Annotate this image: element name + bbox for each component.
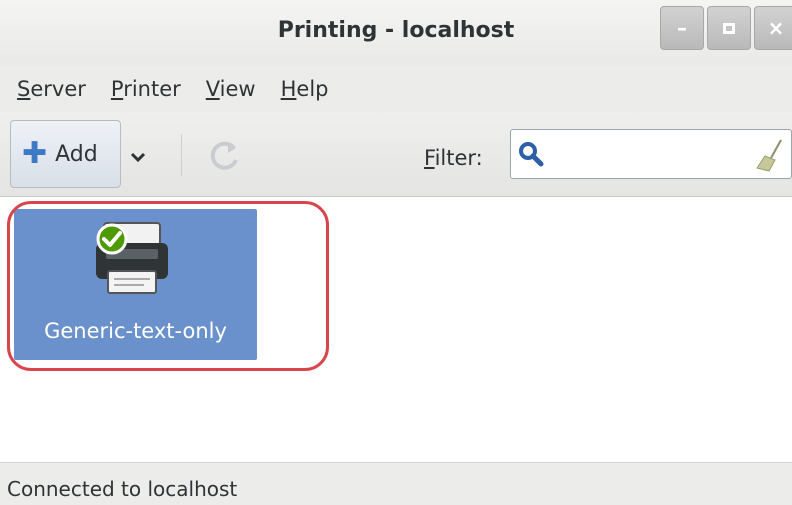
menu-view[interactable]: View [206, 77, 256, 101]
maximize-icon [723, 22, 735, 34]
highlight-outline [7, 201, 329, 371]
printer-list-area[interactable]: Generic-text-only [0, 197, 792, 462]
menu-bar: Server Printer View Help [0, 66, 792, 112]
close-button[interactable]: × [754, 6, 792, 50]
toolbar: ✚ Add Filter: [0, 112, 792, 197]
minimize-button[interactable]: – [660, 6, 704, 50]
minimize-icon: – [677, 16, 687, 40]
filter-field[interactable] [510, 129, 792, 179]
menu-printer[interactable]: Printer [111, 77, 181, 101]
maximize-button[interactable] [707, 6, 751, 50]
search-icon [519, 142, 544, 167]
plus-icon: ✚ [22, 136, 48, 171]
menu-help[interactable]: Help [281, 77, 329, 101]
add-printer-button[interactable]: ✚ Add [10, 120, 121, 188]
filter-input[interactable] [551, 138, 755, 172]
window-controls: – × [660, 6, 792, 50]
title-bar[interactable]: Printing - localhost – × [0, 0, 792, 66]
close-icon: × [767, 16, 785, 40]
add-button-label: Add [55, 141, 98, 167]
broom-clear-icon[interactable] [755, 138, 787, 172]
status-bar: Connected to localhost [0, 462, 792, 505]
chevron-down-icon [130, 152, 146, 163]
status-text: Connected to localhost [7, 477, 238, 501]
filter-label: Filter: [424, 146, 483, 170]
toolbar-separator [181, 134, 182, 176]
menu-server[interactable]: Server [17, 77, 86, 101]
refresh-icon[interactable] [204, 136, 244, 176]
add-dropdown-button[interactable] [130, 148, 146, 167]
